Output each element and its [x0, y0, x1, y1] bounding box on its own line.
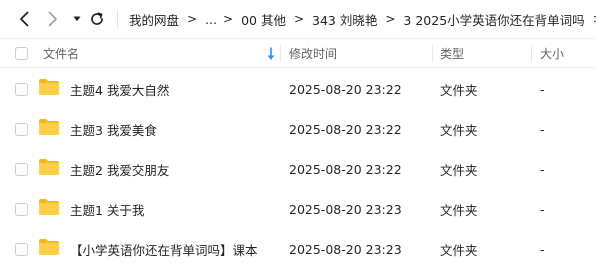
file-type: 文件夹: [440, 202, 478, 218]
file-size: -: [540, 161, 545, 177]
column-divider[interactable]: [531, 45, 532, 62]
toolbar: 我的网盘 > ... > 00 其他 > 343 刘晓艳 > 3 2025小学英…: [0, 0, 596, 38]
file-row[interactable]: 【小学英语你还在背单词吗】课本 2025-08-20 23:23 文件夹 -: [0, 229, 596, 269]
folder-icon: [39, 79, 59, 95]
folder-icon: [39, 119, 59, 135]
row-checkbox[interactable]: [15, 203, 28, 216]
file-name[interactable]: 主题4 我爱大自然: [70, 69, 169, 109]
column-header-size[interactable]: 大小: [540, 39, 564, 68]
caret-down-icon: [73, 16, 81, 22]
breadcrumb-separator: >: [293, 12, 305, 26]
file-modified-time: 2025-08-20 23:23: [289, 201, 402, 217]
file-list-header: 文件名 修改时间 类型 大小: [0, 38, 596, 68]
sort-down-arrow-icon[interactable]: [266, 47, 276, 61]
breadcrumb-separator: >: [385, 12, 396, 26]
file-type: 文件夹: [440, 82, 478, 98]
back-button[interactable]: [14, 8, 34, 30]
history-dropdown-button[interactable]: [70, 8, 84, 30]
folder-icon: [39, 199, 59, 215]
file-modified-time: 2025-08-20 23:22: [289, 81, 402, 97]
file-name[interactable]: 【小学英语你还在背单词吗】课本: [70, 229, 258, 269]
column-header-type[interactable]: 类型: [440, 39, 464, 68]
file-name[interactable]: 主题3 我爱美食: [70, 109, 157, 149]
refresh-icon: [91, 12, 103, 25]
breadcrumb-item-author[interactable]: 343 刘晓艳: [312, 10, 377, 29]
column-divider[interactable]: [432, 45, 433, 62]
row-checkbox[interactable]: [15, 163, 28, 176]
folder-icon: [39, 239, 59, 255]
select-all-checkbox[interactable]: [15, 47, 28, 60]
file-size: -: [540, 201, 545, 217]
row-checkbox[interactable]: [15, 243, 28, 256]
file-size: -: [540, 81, 545, 97]
file-name[interactable]: 主题2 我爱交朋友: [70, 149, 169, 189]
column-divider[interactable]: [280, 45, 281, 62]
file-size: -: [540, 241, 545, 257]
file-type: 文件夹: [440, 162, 478, 178]
file-row[interactable]: 主题3 我爱美食 2025-08-20 23:22 文件夹 -: [0, 109, 596, 149]
breadcrumb-item-root[interactable]: 我的网盘: [129, 10, 179, 29]
folder-icon: [39, 159, 59, 175]
breadcrumb: 我的网盘 > ... > 00 其他 > 343 刘晓艳 > 3 2025小学英…: [129, 0, 596, 38]
breadcrumb-separator: >: [223, 12, 234, 26]
toolbar-divider: [117, 10, 118, 28]
file-modified-time: 2025-08-20 23:22: [289, 161, 402, 177]
column-header-name[interactable]: 文件名: [43, 39, 79, 68]
file-row[interactable]: 主题1 关于我 2025-08-20 23:23 文件夹 -: [0, 189, 596, 229]
file-row[interactable]: 主题2 我爱交朋友 2025-08-20 23:22 文件夹 -: [0, 149, 596, 189]
breadcrumb-item-other[interactable]: 00 其他: [241, 10, 286, 29]
file-type: 文件夹: [440, 122, 478, 138]
forward-button[interactable]: [43, 8, 63, 30]
file-modified-time: 2025-08-20 23:23: [289, 241, 402, 257]
breadcrumb-item-current[interactable]: 3 2025小学英语你还在背单词吗: [403, 10, 584, 29]
row-checkbox[interactable]: [15, 83, 28, 96]
row-checkbox[interactable]: [15, 123, 28, 136]
chevron-left-icon: [20, 11, 29, 27]
file-modified-time: 2025-08-20 23:22: [289, 121, 402, 137]
breadcrumb-item-ellipsis[interactable]: ...: [205, 12, 217, 27]
file-type: 文件夹: [440, 242, 478, 258]
file-name[interactable]: 主题1 关于我: [70, 189, 144, 229]
refresh-button[interactable]: [88, 8, 106, 30]
chevron-right-icon: [48, 11, 57, 27]
breadcrumb-separator: >: [187, 12, 198, 26]
file-row[interactable]: 主题4 我爱大自然 2025-08-20 23:22 文件夹 -: [0, 69, 596, 109]
file-size: -: [540, 121, 545, 137]
column-header-modified[interactable]: 修改时间: [289, 39, 337, 68]
